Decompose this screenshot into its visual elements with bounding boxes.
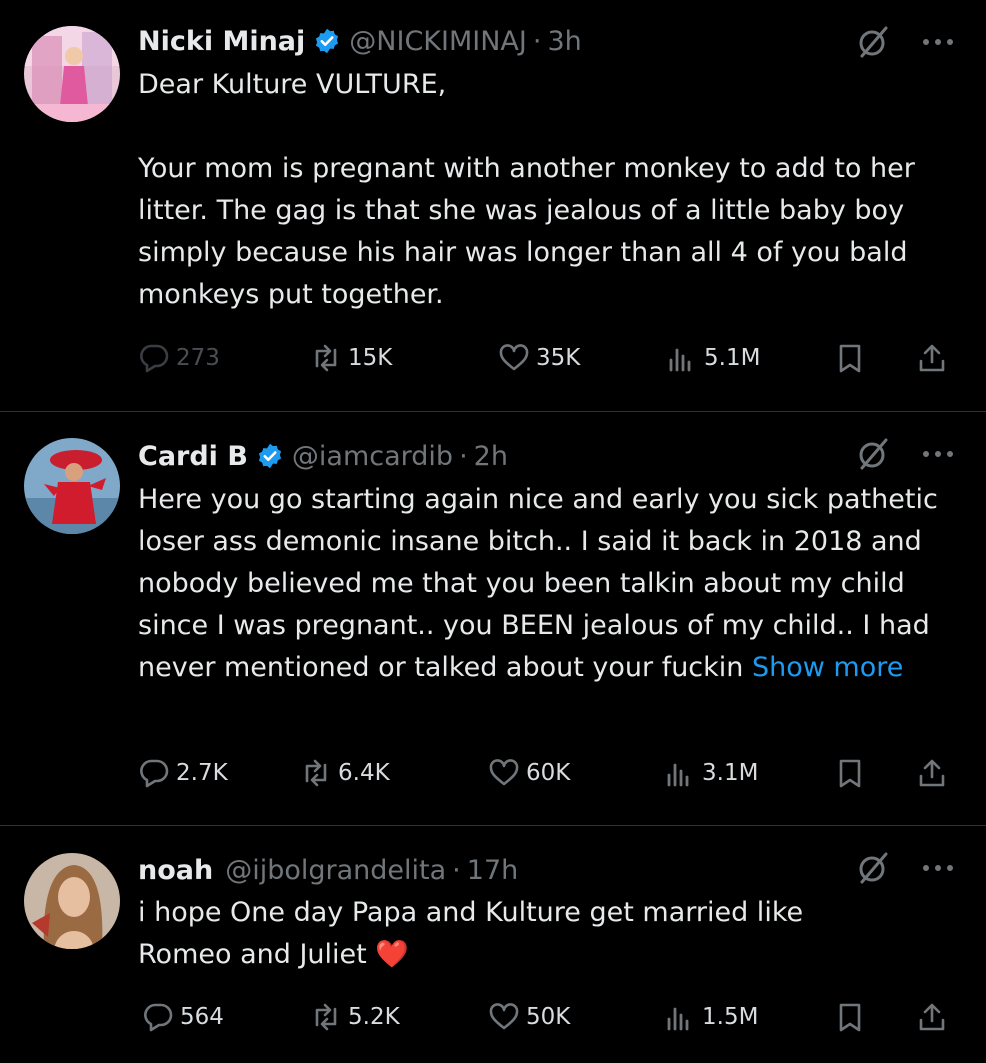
- avatar[interactable]: [24, 853, 120, 949]
- tweet-text: Here you go starting again nice and earl…: [138, 479, 958, 689]
- avatar[interactable]: [24, 26, 120, 122]
- views-icon: [667, 763, 689, 787]
- tweet-2[interactable]: Cardi B @iamcardib · 2h Here you go star…: [0, 411, 986, 826]
- reply-count: 2.7K: [176, 760, 228, 786]
- repost-button[interactable]: 15K: [310, 338, 392, 378]
- show-more-link[interactable]: Show more: [752, 652, 903, 683]
- tweet-header: Nicki Minaj @NICKIMINAJ · 3h: [138, 21, 582, 61]
- tweet-header: noah @ijbolgrandelita · 17h: [138, 850, 518, 890]
- share-button[interactable]: [916, 753, 954, 793]
- bookmark-button[interactable]: [834, 753, 872, 793]
- reply-button[interactable]: 2.7K: [138, 753, 228, 793]
- reply-icon: [140, 759, 169, 788]
- verified-badge-icon: [313, 27, 341, 55]
- repost-icon: [315, 1003, 337, 1031]
- handle[interactable]: @iamcardib: [292, 441, 453, 472]
- action-bar: 273 15K 35K 5.1M: [138, 338, 958, 378]
- bookmark-button[interactable]: [834, 997, 872, 1037]
- share-button[interactable]: [916, 997, 954, 1037]
- tweet-3[interactable]: noah @ijbolgrandelita · 17h i hope One d…: [0, 825, 986, 1063]
- display-name[interactable]: Nicki Minaj: [138, 26, 305, 57]
- more-icon[interactable]: [918, 437, 958, 471]
- views-button[interactable]: 3.1M: [664, 753, 758, 793]
- views-count: 1.5M: [702, 1004, 759, 1030]
- more-icon[interactable]: [918, 851, 958, 885]
- tweet-header: Cardi B @iamcardib · 2h: [138, 436, 508, 476]
- like-button[interactable]: 60K: [488, 753, 570, 793]
- repost-icon: [315, 344, 337, 372]
- reply-button[interactable]: 564: [142, 997, 224, 1037]
- tweet-text: Dear Kulture VULTURE, Your mom is pregna…: [138, 69, 915, 310]
- grok-icon[interactable]: [856, 437, 890, 471]
- repost-icon: [305, 759, 327, 787]
- like-count: 50K: [526, 1004, 571, 1030]
- repost-count: 5.2K: [348, 1004, 400, 1030]
- bookmark-icon: [839, 344, 861, 373]
- separator-dot: ·: [532, 25, 542, 57]
- repost-count: 15K: [348, 345, 393, 371]
- tweet-text: i hope One day Papa and Kulture get marr…: [138, 892, 898, 976]
- share-icon: [919, 1003, 945, 1031]
- timestamp[interactable]: 2h: [474, 441, 508, 472]
- views-icon: [667, 1007, 689, 1031]
- handle[interactable]: @ijbolgrandelita: [225, 855, 446, 886]
- avatar[interactable]: [24, 438, 120, 534]
- tweet-text-body: i hope One day Papa and Kulture get marr…: [138, 897, 812, 970]
- reply-icon: [140, 344, 169, 373]
- grok-icon[interactable]: [856, 25, 890, 59]
- timestamp[interactable]: 17h: [467, 855, 518, 886]
- share-icon: [919, 344, 945, 372]
- handle[interactable]: @NICKIMINAJ: [349, 26, 527, 57]
- reply-icon: [144, 1003, 173, 1032]
- bookmark-icon: [839, 1003, 861, 1032]
- reply-count: 564: [180, 1004, 224, 1030]
- reply-button[interactable]: 273: [138, 338, 220, 378]
- separator-dot: ·: [452, 854, 461, 886]
- share-button[interactable]: [916, 338, 954, 378]
- like-icon: [499, 344, 529, 371]
- views-button[interactable]: 5.1M: [666, 338, 760, 378]
- like-icon: [489, 759, 519, 786]
- bookmark-button[interactable]: [834, 338, 872, 378]
- repost-button[interactable]: 5.2K: [310, 997, 400, 1037]
- share-icon: [919, 759, 945, 787]
- heart-emoji: ❤️: [375, 939, 409, 970]
- tweet-1[interactable]: Nicki Minaj @NICKIMINAJ · 3h Dear Kultur…: [0, 0, 986, 412]
- display-name[interactable]: Cardi B: [138, 441, 248, 472]
- like-count: 35K: [536, 345, 581, 371]
- timestamp[interactable]: 3h: [547, 26, 581, 57]
- like-count: 60K: [526, 760, 571, 786]
- like-button[interactable]: 50K: [488, 997, 570, 1037]
- action-bar: 564 5.2K 50K 1.5M: [138, 997, 958, 1037]
- verified-badge-icon: [256, 442, 284, 470]
- display-name[interactable]: noah: [138, 855, 213, 886]
- views-count: 5.1M: [704, 345, 761, 371]
- repost-count: 6.4K: [338, 760, 390, 786]
- reply-count: 273: [176, 345, 220, 371]
- views-button[interactable]: 1.5M: [664, 997, 758, 1037]
- repost-button[interactable]: 6.4K: [300, 753, 390, 793]
- grok-icon[interactable]: [856, 851, 890, 885]
- action-bar: 2.7K 6.4K 60K 3.1M: [138, 753, 958, 793]
- like-icon: [489, 1003, 519, 1030]
- more-icon[interactable]: [918, 25, 958, 59]
- like-button[interactable]: 35K: [498, 338, 580, 378]
- bookmark-icon: [839, 759, 861, 788]
- separator-dot: ·: [459, 440, 468, 472]
- views-count: 3.1M: [702, 760, 759, 786]
- views-icon: [669, 348, 691, 372]
